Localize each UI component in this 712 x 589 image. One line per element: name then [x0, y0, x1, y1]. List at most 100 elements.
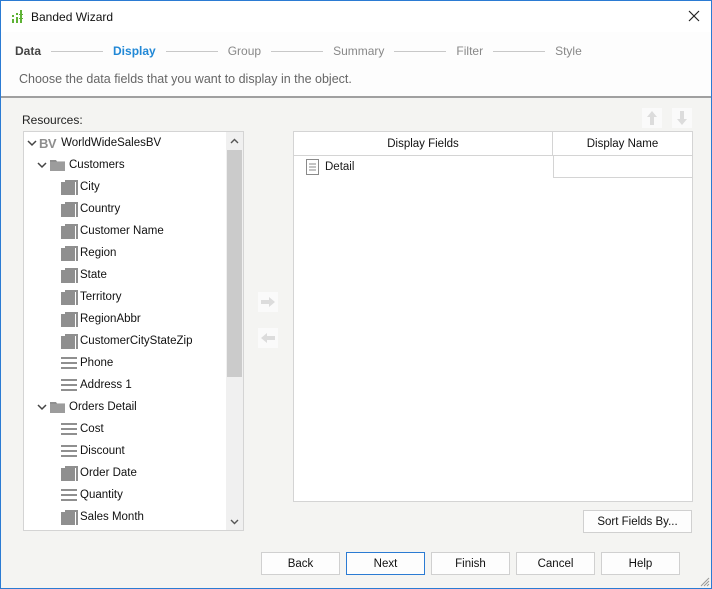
tree-node[interactable]: Customers: [36, 154, 125, 176]
column-header-display-name[interactable]: Display Name: [553, 132, 692, 155]
tree-node[interactable]: Sales Month: [60, 506, 144, 528]
sort-fields-button[interactable]: Sort Fields By...: [583, 510, 692, 533]
chevron-up-icon: [230, 138, 239, 143]
scroll-down-button[interactable]: [226, 513, 243, 530]
help-button[interactable]: Help: [601, 552, 680, 575]
group-field-icon: [61, 510, 78, 525]
add-field-button[interactable]: [258, 292, 278, 312]
step-connector: [51, 50, 104, 52]
detail-field-icon: [61, 445, 77, 457]
business-view-icon: BV: [39, 135, 57, 151]
grid-row[interactable]: Detail: [294, 156, 692, 178]
wizard-header: Data Display Group Summary Filter Style …: [1, 32, 711, 98]
display-field-cell[interactable]: Detail: [306, 156, 354, 178]
finish-button[interactable]: Finish: [431, 552, 510, 575]
tree-node[interactable]: Phone: [60, 352, 113, 374]
step-display[interactable]: Display: [113, 44, 156, 58]
tree-node[interactable]: Cost: [60, 418, 104, 440]
chevron-down-icon[interactable]: [36, 159, 48, 171]
remove-field-button[interactable]: [258, 328, 278, 348]
tree-node-label: RegionAbbr: [80, 313, 141, 325]
tree-node[interactable]: Orders Detail: [36, 396, 137, 418]
scroll-thumb[interactable]: [227, 150, 242, 377]
step-group[interactable]: Group: [228, 44, 261, 58]
tree-vertical-scrollbar[interactable]: [226, 132, 243, 530]
tree-node-label: State: [80, 269, 107, 281]
tree-node[interactable]: Customer Name: [60, 220, 164, 242]
cancel-button[interactable]: Cancel: [516, 552, 595, 575]
tree-node-label: Sales Month: [80, 511, 144, 523]
tree-node[interactable]: CustomerCityStateZip: [60, 330, 192, 352]
detail-section-icon: [306, 159, 319, 175]
wizard-steps: Data Display Group Summary Filter Style: [15, 43, 582, 59]
tree-node-label: Discount: [80, 445, 125, 457]
step-connector: [493, 50, 546, 52]
tree-node-label: Cost: [80, 423, 104, 435]
arrow-left-icon: [261, 333, 275, 343]
group-field-icon: [61, 268, 78, 283]
arrow-up-icon: [647, 111, 657, 125]
step-connector: [394, 50, 447, 52]
back-button[interactable]: Back: [261, 552, 340, 575]
tree-node[interactable]: Territory: [60, 286, 122, 308]
tree-node[interactable]: City: [60, 176, 100, 198]
tree-node-label: Customers: [69, 159, 125, 171]
tree-node[interactable]: Country: [60, 198, 120, 220]
chevron-down-icon: [230, 519, 239, 524]
group-field-icon: [61, 246, 78, 261]
step-style[interactable]: Style: [555, 44, 582, 58]
window-title: Banded Wizard: [31, 10, 114, 24]
group-field-icon: [61, 180, 78, 195]
arrow-right-icon: [261, 297, 275, 307]
group-field-icon: [61, 466, 78, 481]
tree-node-label: Customer Name: [80, 225, 164, 237]
tree-node-label: Territory: [80, 291, 122, 303]
arrow-down-icon: [677, 111, 687, 125]
move-down-button[interactable]: [672, 108, 692, 128]
detail-field-icon: [61, 423, 77, 435]
step-connector: [271, 50, 324, 52]
tree-node-label: Quantity: [80, 489, 123, 501]
resources-tree[interactable]: BV WorldWideSalesBV Customers City Country Cu…: [23, 131, 244, 531]
tree-node-label: Address 1: [80, 379, 132, 391]
tree-node-label: Phone: [80, 357, 114, 369]
group-field-icon: [61, 334, 78, 349]
tree-node[interactable]: Address 1: [60, 374, 132, 396]
step-data[interactable]: Data: [15, 44, 41, 58]
chevron-down-icon[interactable]: [26, 137, 38, 149]
next-button[interactable]: Next: [346, 552, 425, 575]
tree-node[interactable]: BV WorldWideSalesBV: [26, 132, 161, 154]
tree-node-label: WorldWideSalesBV: [61, 137, 162, 149]
tree-node-label: City: [80, 181, 100, 193]
tree-node-label: CustomerCityStateZip: [80, 335, 193, 347]
step-filter[interactable]: Filter: [456, 44, 483, 58]
tree-node[interactable]: Region: [60, 242, 116, 264]
detail-field-icon: [61, 489, 77, 501]
display-name-cell[interactable]: [553, 156, 692, 178]
group-field-icon: [61, 224, 78, 239]
chevron-down-icon[interactable]: [36, 401, 48, 413]
instruction-text: Choose the data fields that you want to …: [19, 72, 352, 86]
close-icon[interactable]: [685, 7, 703, 25]
title-bar: Banded Wizard: [1, 1, 711, 32]
scroll-up-button[interactable]: [226, 132, 243, 149]
group-field-icon: [61, 202, 78, 217]
tree-node[interactable]: Order Date: [60, 462, 137, 484]
tree-node[interactable]: Quantity: [60, 484, 123, 506]
display-fields-grid[interactable]: Display Fields Display Name Detail: [293, 131, 693, 502]
tree-node[interactable]: State: [60, 264, 107, 286]
tree-node[interactable]: Discount: [60, 440, 125, 462]
banded-wizard-dialog: Banded Wizard Data Display Group Summary…: [0, 0, 712, 589]
move-up-button[interactable]: [642, 108, 662, 128]
column-header-display-fields[interactable]: Display Fields: [294, 132, 553, 155]
folder-icon: [50, 160, 65, 171]
tree-node[interactable]: RegionAbbr: [60, 308, 141, 330]
step-connector: [165, 50, 218, 52]
banded-wizard-app-icon: [12, 10, 23, 23]
step-summary[interactable]: Summary: [333, 44, 384, 58]
resize-grip-icon[interactable]: [700, 577, 710, 587]
detail-field-icon: [61, 357, 77, 369]
tree-node-label: Country: [80, 203, 121, 215]
tree-node-label: Order Date: [80, 467, 137, 479]
grid-header: Display Fields Display Name: [294, 132, 692, 156]
